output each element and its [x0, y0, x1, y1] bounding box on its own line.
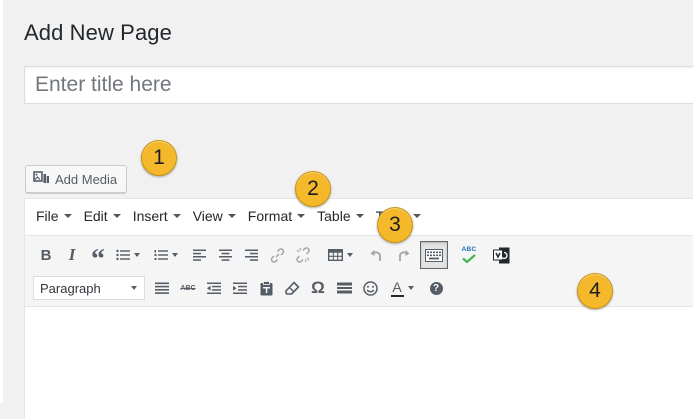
- menu-file-label: File: [36, 208, 59, 224]
- table-icon: [327, 249, 343, 261]
- title-input[interactable]: [24, 66, 693, 104]
- format-select[interactable]: Paragraph: [33, 276, 145, 300]
- add-media-icon: [33, 170, 50, 188]
- add-media-label: Add Media: [55, 171, 118, 187]
- page-title: Add New Page: [24, 20, 172, 45]
- chevron-down-icon: [227, 214, 236, 218]
- special-character-icon: Ω: [311, 278, 325, 297]
- align-right-icon: [244, 249, 258, 261]
- chevron-down-icon: [112, 214, 121, 218]
- chevron-down-icon: [134, 253, 140, 257]
- editor-content-area[interactable]: [25, 307, 693, 419]
- outdent-button[interactable]: [201, 274, 227, 302]
- editor-menubar: File Edit Insert View Format Table Tools: [25, 199, 693, 233]
- unlink-icon: [295, 247, 311, 263]
- undo-button[interactable]: [364, 241, 390, 269]
- indent-button[interactable]: [227, 274, 253, 302]
- toolbar-toggle-icon: [425, 248, 443, 262]
- toolbar-row-1: B I “ ABC: [33, 240, 514, 274]
- redo-icon: [396, 248, 410, 262]
- blockquote-button[interactable]: “: [85, 241, 111, 274]
- paste-as-text-button[interactable]: [253, 274, 279, 302]
- callout-badge-1: 1: [141, 140, 177, 176]
- bold-icon: B: [40, 246, 52, 264]
- italic-button[interactable]: I: [59, 241, 85, 269]
- text-color-button[interactable]: A: [385, 274, 419, 302]
- justify-button[interactable]: [149, 274, 175, 302]
- chevron-down-icon: [413, 214, 422, 218]
- add-media-button[interactable]: Add Media: [25, 165, 128, 193]
- callout-badge-3: 3: [377, 207, 413, 243]
- align-right-button[interactable]: [238, 241, 264, 269]
- insert-link-icon: [270, 247, 285, 263]
- table-button[interactable]: [322, 241, 358, 269]
- chevron-down-icon: [172, 253, 178, 257]
- menu-format-label: Format: [247, 208, 293, 224]
- menu-table[interactable]: Table: [317, 208, 364, 224]
- bullet-list-icon: [116, 249, 130, 261]
- chevron-down-icon: [297, 214, 306, 218]
- clear-formatting-button[interactable]: [279, 274, 305, 302]
- align-left-icon: [192, 249, 206, 261]
- plugin-icon: [492, 247, 510, 264]
- toolbar-row-2: Paragraph ABC Ω A ?: [33, 273, 449, 303]
- menu-view[interactable]: View: [193, 208, 236, 224]
- menu-insert[interactable]: Insert: [133, 208, 181, 224]
- paste-as-text-icon: [260, 280, 273, 296]
- menu-insert-label: Insert: [132, 208, 168, 224]
- align-center-button[interactable]: [212, 241, 238, 269]
- blockquote-icon: “: [91, 244, 105, 275]
- menu-format[interactable]: Format: [247, 208, 306, 224]
- help-icon: ?: [429, 281, 443, 295]
- checkmark-icon: [462, 253, 476, 263]
- clear-formatting-icon: [284, 281, 300, 296]
- outdent-icon: [207, 282, 221, 295]
- emoticons-icon: [362, 280, 378, 296]
- justify-icon: [155, 282, 169, 294]
- format-select-value: Paragraph: [40, 280, 101, 296]
- text-color-underline: [390, 294, 404, 297]
- menu-table-label: Table: [317, 208, 351, 224]
- callout-badge-2: 2: [295, 171, 331, 207]
- bullet-list-button[interactable]: [111, 241, 145, 269]
- chevron-down-icon: [63, 214, 72, 218]
- undo-icon: [370, 248, 384, 262]
- align-center-icon: [218, 249, 232, 261]
- text-color-glyph: A: [392, 278, 402, 295]
- align-left-button[interactable]: [186, 241, 212, 269]
- indent-icon: [233, 282, 247, 295]
- strikethrough-button[interactable]: ABC: [175, 274, 201, 302]
- plugin-button[interactable]: [488, 241, 514, 269]
- numbered-list-button[interactable]: [149, 241, 183, 269]
- menu-file[interactable]: File: [36, 208, 72, 224]
- callout-badge-4: 4: [577, 273, 613, 309]
- menu-edit-label: Edit: [83, 208, 108, 224]
- strikethrough-icon: ABC: [180, 284, 196, 292]
- toolbar-toggle-button[interactable]: [420, 241, 448, 269]
- horizontal-line-icon: [336, 282, 352, 294]
- menu-view-label: View: [192, 208, 223, 224]
- insert-link-button[interactable]: [264, 241, 290, 269]
- emoticons-button[interactable]: [357, 274, 383, 302]
- chevron-down-icon: [131, 286, 137, 290]
- menu-edit[interactable]: Edit: [84, 208, 121, 224]
- numbered-list-icon: [154, 249, 168, 261]
- horizontal-line-button[interactable]: [331, 274, 357, 302]
- help-button[interactable]: ?: [423, 274, 449, 302]
- special-character-button[interactable]: Ω: [305, 274, 331, 302]
- chevron-down-icon: [172, 214, 181, 218]
- unlink-button[interactable]: [290, 241, 316, 269]
- redo-button[interactable]: [390, 241, 416, 269]
- spellcheck-button[interactable]: ABC: [456, 241, 482, 269]
- bold-button[interactable]: B: [33, 241, 59, 269]
- chevron-down-icon: [407, 286, 414, 290]
- left-edge-strip: [0, 0, 3, 403]
- italic-icon: I: [68, 245, 76, 264]
- text-color-icon: A: [390, 278, 404, 297]
- chevron-down-icon: [346, 253, 353, 257]
- chevron-down-icon: [355, 214, 364, 218]
